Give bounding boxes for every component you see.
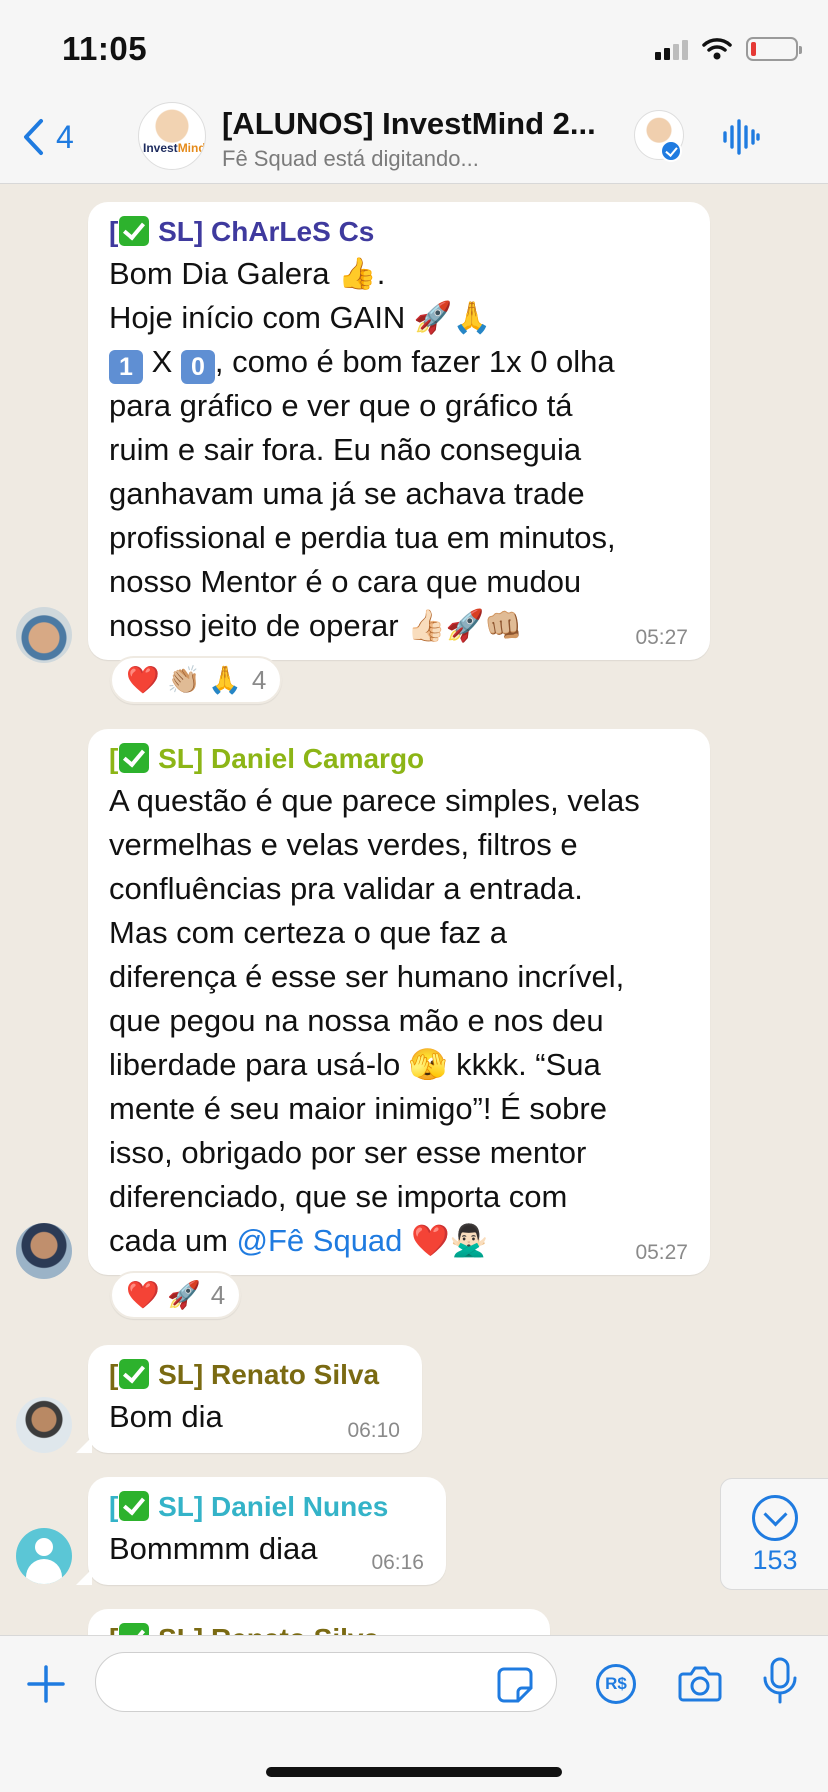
battery-icon (746, 37, 802, 61)
microphone-icon (763, 1657, 797, 1704)
status-time: 11:05 (62, 30, 148, 67)
message-list[interactable]: [ SL] ChArLeS Cs Bom Dia Galera 👍. Hoje … (0, 185, 828, 1635)
mention-link[interactable]: @Fê Squad (237, 1223, 403, 1258)
message-input[interactable] (95, 1652, 557, 1712)
sticker-button[interactable] (496, 1666, 534, 1709)
chevron-left-icon (24, 119, 43, 155)
camera-button[interactable] (678, 1664, 722, 1707)
audio-waveform-icon (723, 119, 760, 155)
status-icons (655, 34, 802, 64)
back-button[interactable]: 4 (22, 114, 74, 160)
status-bar: 11:05 (0, 0, 828, 92)
sender-name: [ SL] Daniel Nunes (109, 1491, 389, 1522)
avatar[interactable] (16, 607, 72, 663)
sender-name: [ SL] Renato Silva (109, 1359, 380, 1390)
message-bubble[interactable]: [ SL] ChArLeS Cs Bom Dia Galera 👍. Hoje … (88, 202, 710, 660)
check-mark-icon (119, 1491, 150, 1521)
sender-name: [ SL] ChArLeS Cs (109, 216, 375, 247)
sender-name: [ SL] Daniel Camargo (109, 743, 425, 774)
chat-header: 4 InvestMind [ALUNOS] InvestMind 2... Fê… (0, 92, 828, 184)
check-mark-icon (119, 743, 150, 773)
sender-name: [ SL] Renato Silva (109, 1623, 528, 1635)
scroll-to-bottom-button[interactable]: 153 (720, 1478, 828, 1590)
reactions-pill[interactable]: ❤️ 🚀 4 (110, 1271, 242, 1319)
default-avatar-icon[interactable] (16, 1528, 72, 1584)
voice-call-button[interactable] (722, 118, 760, 161)
camera-icon (678, 1666, 722, 1702)
chat-title[interactable]: [ALUNOS] InvestMind 2... (222, 106, 612, 142)
message-time: 05:27 (635, 626, 688, 649)
message-bubble[interactable]: [ SL] Renato Silva Bom dia 06:10 (76, 1345, 422, 1453)
reaction-emojis: ❤️ 👏🏼 🙏 (126, 665, 242, 695)
reactions-pill[interactable]: ❤️ 👏🏼 🙏 4 (110, 656, 283, 704)
signal-icon (655, 38, 688, 60)
unread-count: 4 (56, 118, 74, 155)
group-avatar[interactable]: InvestMind (138, 102, 206, 170)
typing-status: Fê Squad está digitando... (222, 146, 479, 171)
avatar[interactable] (16, 1223, 72, 1279)
wifi-icon (702, 38, 732, 60)
check-mark-icon (119, 1359, 150, 1389)
chevron-down-icon (752, 1495, 798, 1541)
check-mark-icon (119, 216, 150, 246)
message-bubble[interactable]: [ SL] Daniel Nunes Bommmm diaa 06:16 (76, 1477, 446, 1585)
message-bubble[interactable]: [ SL] Daniel Camargo A questão é que par… (88, 729, 710, 1275)
plus-icon (27, 1665, 65, 1703)
reaction-emojis: ❤️ 🚀 (126, 1280, 201, 1310)
avatar[interactable] (16, 1397, 72, 1453)
reaction-count: 4 (251, 664, 267, 695)
message-text: A questão é que parece simples, velas ve… (109, 783, 640, 1258)
message-bubble[interactable]: [ SL] Renato Silva (88, 1609, 550, 1635)
reaction-count: 4 (210, 1279, 226, 1310)
keycap-zero-icon: 0 (180, 350, 215, 384)
home-indicator (266, 1767, 562, 1777)
keycap-one-icon: 1 (109, 350, 143, 384)
check-mark-icon (119, 1623, 150, 1635)
payment-button[interactable]: R$ (596, 1664, 636, 1704)
message-time: 06:16 (371, 1551, 424, 1574)
microphone-button[interactable] (762, 1656, 798, 1711)
attach-button[interactable] (26, 1664, 66, 1709)
message-time: 06:10 (347, 1419, 400, 1442)
message-text: Bom Dia Galera 👍. Hoje início com GAIN 🚀… (109, 256, 616, 643)
verified-badge-icon (660, 140, 682, 162)
message-time: 05:27 (635, 1241, 688, 1264)
group-logo: InvestMind (143, 141, 206, 155)
unread-messages-count: 153 (752, 1545, 798, 1575)
sticker-icon (497, 1667, 533, 1703)
